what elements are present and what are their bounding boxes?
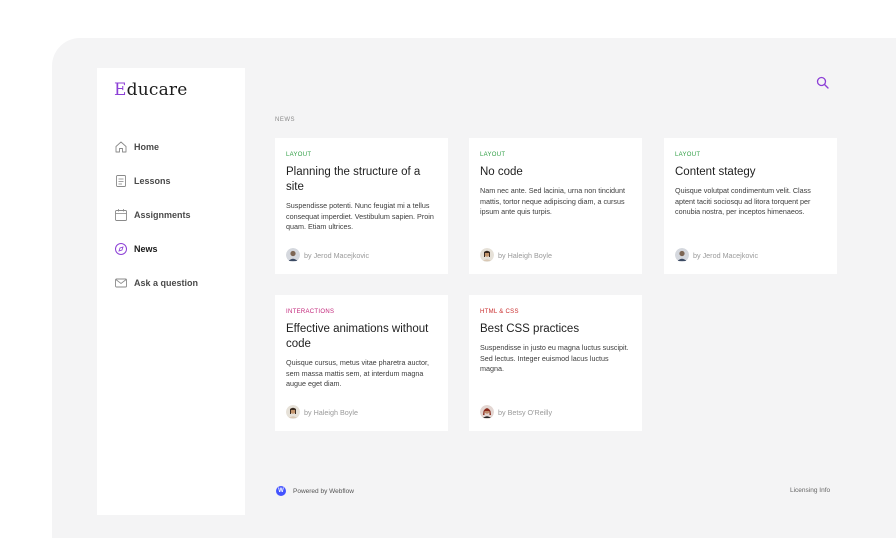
author-name: by Haleigh Boyle — [304, 407, 358, 417]
logo[interactable]: Educare — [114, 80, 188, 100]
card-author: by Jerod Macejkovic — [286, 248, 369, 262]
avatar — [480, 248, 494, 262]
lessons-icon — [114, 174, 128, 188]
card-title[interactable]: Best CSS practices — [480, 322, 632, 337]
card-title[interactable]: Planning the structure of a site — [286, 165, 438, 195]
mail-icon — [114, 276, 128, 290]
calendar-icon — [114, 208, 128, 222]
news-card[interactable]: Layout Planning the structure of a site … — [275, 138, 448, 274]
sidebar-item-label: News — [134, 244, 158, 254]
card-excerpt: Quisque cursus, metus vitae pharetra auc… — [286, 358, 430, 388]
sidebar-item-assignments[interactable]: Assignments — [114, 198, 239, 232]
card-author: by Jerod Macejkovic — [675, 248, 758, 262]
webflow-icon: W — [276, 486, 286, 496]
home-icon — [114, 140, 128, 154]
card-title[interactable]: Effective animations without code — [286, 322, 438, 352]
card-category: Interactions — [286, 309, 335, 315]
avatar — [286, 405, 300, 419]
card-category: Layout — [675, 152, 701, 158]
card-title[interactable]: Content stategy — [675, 165, 827, 180]
card-author: by Betsy O'Reilly — [480, 405, 552, 419]
logo-text: ducare — [126, 80, 188, 100]
powered-by-text: Powered by Webflow — [293, 487, 354, 495]
logo-initial: E — [114, 80, 127, 100]
card-excerpt: Suspendisse potenti. Nunc feugiat mi a t… — [286, 201, 434, 231]
sidebar-item-label: Ask a question — [134, 278, 199, 288]
search-icon[interactable] — [815, 75, 831, 91]
avatar — [286, 248, 300, 262]
card-category: Layout — [286, 152, 312, 158]
sidebar-item-label: Lessons — [134, 176, 171, 186]
author-name: by Jerod Macejkovic — [304, 250, 370, 260]
licensing-info-link[interactable]: Licensing Info — [790, 487, 830, 494]
sidebar-item-news[interactable]: News — [114, 232, 239, 266]
sidebar-item-label: Assignments — [134, 210, 191, 220]
card-category: HTML & CSS — [480, 309, 519, 315]
sidebar-item-label: Home — [134, 142, 160, 152]
news-card[interactable]: Interactions Effective animations withou… — [275, 295, 448, 431]
avatar — [675, 248, 689, 262]
avatar — [480, 405, 494, 419]
sidebar-nav: Home Lessons Assignments News Ask a ques… — [114, 130, 239, 300]
card-author: by Haleigh Boyle — [286, 405, 358, 419]
news-card[interactable]: Layout Content stategy Quisque volutpat … — [664, 138, 837, 274]
author-name: by Haleigh Boyle — [498, 250, 552, 260]
sidebar: Educare Home Lessons Assignments News As… — [97, 68, 245, 515]
card-excerpt: Nam nec ante. Sed lacinia, urna non tinc… — [480, 186, 626, 216]
author-name: by Jerod Macejkovic — [693, 250, 759, 260]
sidebar-item-home[interactable]: Home — [114, 130, 239, 164]
compass-icon — [114, 242, 128, 256]
news-card[interactable]: HTML & CSS Best CSS practices Suspendiss… — [469, 295, 642, 431]
section-label: NEWS — [275, 117, 295, 123]
powered-by-webflow-link[interactable]: W Powered by Webflow — [276, 486, 354, 496]
card-category: Layout — [480, 152, 506, 158]
card-author: by Haleigh Boyle — [480, 248, 552, 262]
card-title[interactable]: No code — [480, 165, 632, 180]
author-name: by Betsy O'Reilly — [498, 407, 553, 417]
card-excerpt: Quisque volutpat condimentum velit. Clas… — [675, 186, 811, 216]
card-excerpt: Suspendisse in justo eu magna luctus sus… — [480, 343, 629, 373]
sidebar-item-lessons[interactable]: Lessons — [114, 164, 239, 198]
sidebar-item-ask-a-question[interactable]: Ask a question — [114, 266, 239, 300]
news-card[interactable]: Layout No code Nam nec ante. Sed lacinia… — [469, 138, 642, 274]
